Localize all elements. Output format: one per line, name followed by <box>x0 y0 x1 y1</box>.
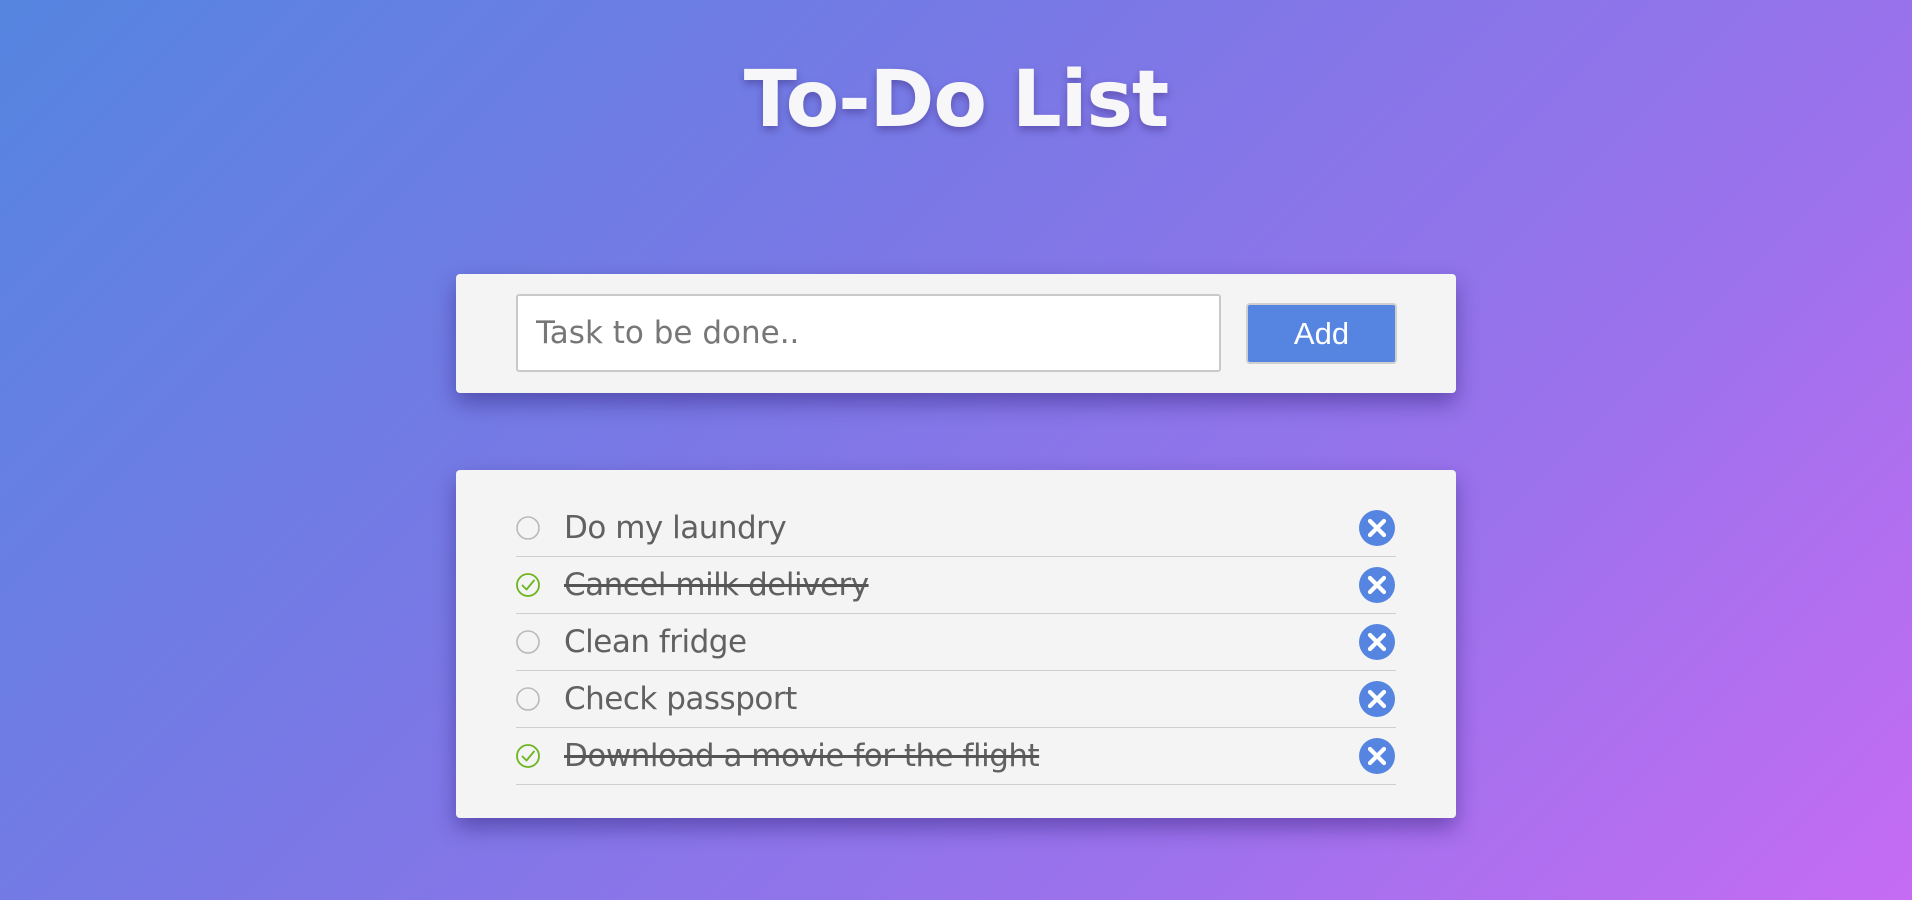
task-label: Clean fridge <box>564 624 747 660</box>
empty-circle-icon[interactable] <box>516 687 540 711</box>
task-row: Download a movie for the flight <box>516 728 1396 785</box>
task-label: Download a movie for the flight <box>564 738 1040 774</box>
task-row: Clean fridge <box>516 614 1396 671</box>
close-circle-icon[interactable] <box>1358 566 1396 604</box>
task-label: Cancel milk delivery <box>564 567 869 603</box>
task-input[interactable] <box>516 294 1221 372</box>
task-row: Cancel milk delivery <box>516 557 1396 614</box>
task-list-panel: Do my laundry Cancel milk delivery Clean… <box>456 470 1456 818</box>
task-label: Check passport <box>564 681 797 717</box>
page-title: To-Do List <box>743 55 1169 145</box>
empty-circle-icon[interactable] <box>516 516 540 540</box>
close-circle-icon[interactable] <box>1358 509 1396 547</box>
close-circle-icon[interactable] <box>1358 737 1396 775</box>
add-task-panel: Add <box>456 274 1456 393</box>
task-label: Do my laundry <box>564 510 787 546</box>
empty-circle-icon[interactable] <box>516 630 540 654</box>
close-circle-icon[interactable] <box>1358 680 1396 718</box>
check-circle-icon[interactable] <box>516 744 540 768</box>
check-circle-icon[interactable] <box>516 573 540 597</box>
add-button[interactable]: Add <box>1246 303 1397 364</box>
task-list: Do my laundry Cancel milk delivery Clean… <box>516 500 1396 785</box>
task-row: Do my laundry <box>516 500 1396 557</box>
close-circle-icon[interactable] <box>1358 623 1396 661</box>
task-row: Check passport <box>516 671 1396 728</box>
